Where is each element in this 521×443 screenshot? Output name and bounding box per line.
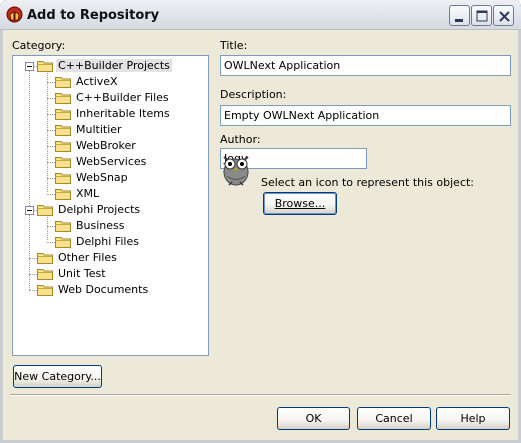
tree-item[interactable]: ActiveX [13, 74, 208, 90]
app-helmet-icon [6, 6, 23, 23]
help-button-label: Help [460, 412, 486, 425]
folder-icon [37, 204, 53, 216]
tree-item[interactable]: C++Builder Projects [13, 58, 208, 74]
ok-button-label: OK [305, 412, 322, 425]
tree-item-label: XML [76, 187, 100, 200]
tree-item-label: Web Documents [58, 283, 149, 296]
tree-connector [47, 146, 55, 147]
new-category-button[interactable]: New Category... [13, 365, 102, 388]
tree-item-label: WebBroker [76, 139, 136, 152]
folder-icon [55, 220, 71, 232]
tree-connector [29, 274, 37, 275]
collapse-toggle-icon[interactable] [25, 206, 34, 215]
window-title: Add to Repository [27, 8, 160, 23]
tree-item-label: Inheritable Items [76, 107, 170, 120]
tree-item-label: C++Builder Projects [56, 59, 172, 72]
tree-connector [47, 242, 55, 243]
minimize-icon [455, 19, 463, 22]
tree-item[interactable]: Inheritable Items [13, 106, 208, 122]
tree-item-label: Unit Test [58, 267, 106, 280]
folder-icon [55, 188, 71, 200]
folder-icon [55, 124, 71, 136]
maximize-button[interactable] [471, 5, 492, 26]
maximize-icon [476, 10, 488, 22]
category-tree[interactable]: C++Builder Projects ActiveX C++Builder Fil… [12, 55, 209, 356]
tree-item[interactable]: WebServices [13, 154, 208, 170]
tree-connector [47, 82, 55, 83]
tree-item-label: ActiveX [76, 75, 118, 88]
tree-connector [29, 258, 37, 259]
ok-button[interactable]: OK [277, 407, 350, 430]
folder-icon [55, 156, 71, 168]
tree-connector [47, 98, 55, 99]
tree-item-label: Delphi Files [76, 235, 139, 248]
tree-item[interactable]: Other Files [13, 250, 208, 266]
dialog-body: Category: C++Builder Projects ActiveX C++B… [3, 30, 518, 440]
browse-button-label: Browse... [274, 197, 326, 210]
folder-icon [37, 268, 53, 280]
tree-connector [47, 178, 55, 179]
minimize-button[interactable] [449, 5, 470, 26]
tree-connector [47, 114, 55, 115]
separator [10, 394, 511, 396]
browse-button[interactable]: Browse... [263, 192, 337, 215]
title-label: Title: [220, 39, 248, 52]
tree-connector [29, 290, 37, 291]
tree-connector [47, 130, 55, 131]
folder-icon [55, 236, 71, 248]
author-label: Author: [220, 133, 261, 146]
folder-icon [37, 60, 53, 72]
folder-icon [55, 76, 71, 88]
title-bar[interactable]: Add to Repository [0, 0, 521, 30]
dialog-window: Add to Repository Category: C++Builder P… [0, 0, 521, 443]
icon-prompt: Select an icon to represent this object: [261, 176, 475, 189]
tree-connector [47, 226, 55, 227]
tree-item[interactable]: XML [13, 186, 208, 202]
cancel-button[interactable]: Cancel [357, 407, 431, 430]
tree-item[interactable]: Web Documents [13, 282, 208, 298]
category-label: Category: [12, 39, 66, 52]
tree-item-label: Delphi Projects [58, 203, 141, 216]
close-button[interactable] [493, 5, 514, 26]
tree-item-label: WebSnap [76, 171, 128, 184]
folder-icon [37, 252, 53, 264]
tree-item[interactable]: WebSnap [13, 170, 208, 186]
tree-item-label: C++Builder Files [76, 91, 169, 104]
cancel-button-label: Cancel [375, 412, 413, 425]
tree-item-label: Multitier [76, 123, 122, 136]
close-icon [499, 11, 510, 22]
tree-item-label: Other Files [58, 251, 117, 264]
folder-icon [55, 108, 71, 120]
tree-item[interactable]: WebBroker [13, 138, 208, 154]
owl-icon[interactable] [219, 151, 253, 187]
tree-item-label: WebServices [76, 155, 147, 168]
collapse-toggle-icon[interactable] [25, 62, 34, 71]
description-label: Description: [220, 88, 287, 101]
tree-item[interactable]: Delphi Projects [13, 202, 208, 218]
folder-icon [55, 140, 71, 152]
tree-connector [47, 162, 55, 163]
tree-connector [47, 194, 55, 195]
tree-item[interactable]: C++Builder Files [13, 90, 208, 106]
title-field[interactable]: OWLNext Application [220, 55, 511, 76]
folder-icon [37, 284, 53, 296]
tree-item[interactable]: Unit Test [13, 266, 208, 282]
tree-item-label: Business [76, 219, 125, 232]
tree-item[interactable]: Multitier [13, 122, 208, 138]
tree-item[interactable]: Business [13, 218, 208, 234]
folder-icon [55, 172, 71, 184]
help-button[interactable]: Help [436, 407, 510, 430]
description-field[interactable]: Empty OWLNext Application [220, 105, 511, 126]
new-category-button-label: New Category... [14, 370, 101, 383]
tree-item[interactable]: Delphi Files [13, 234, 208, 250]
folder-icon [55, 92, 71, 104]
